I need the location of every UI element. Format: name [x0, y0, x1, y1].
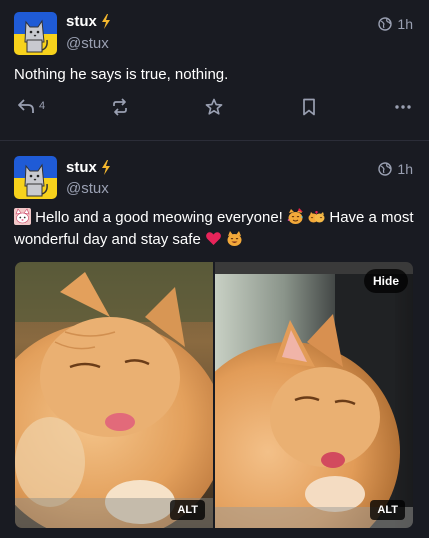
action-bar: 4: [0, 98, 429, 122]
post-2[interactable]: stux @stux 1h Hello and a good meowing e…: [0, 141, 429, 538]
reply-button[interactable]: 4: [17, 98, 45, 114]
globe-icon: [378, 162, 393, 176]
more-button[interactable]: [394, 98, 412, 116]
display-name[interactable]: stux: [66, 159, 97, 176]
avatar[interactable]: [14, 12, 57, 55]
alt-badge[interactable]: ALT: [370, 500, 405, 520]
party-cat-emoji: [287, 208, 304, 224]
cat-face-emoji: [14, 208, 31, 225]
globe-icon: [378, 17, 393, 31]
content-text-1: Hello and a good meowing everyone!: [35, 209, 283, 226]
boost-icon: [113, 98, 127, 116]
hide-media-button[interactable]: Hide: [363, 269, 408, 293]
lightning-bolt-icon: [101, 160, 110, 175]
favourite-button[interactable]: [205, 98, 223, 116]
more-icon: [395, 105, 411, 109]
handle[interactable]: @stux: [66, 35, 109, 52]
smiling-cat-emoji: [227, 231, 242, 246]
star-icon: [205, 98, 223, 115]
bookmark-button[interactable]: [302, 98, 316, 116]
avatar[interactable]: [14, 156, 57, 199]
attached-image-1[interactable]: ALT: [15, 262, 213, 528]
handle[interactable]: @stux: [66, 180, 109, 197]
post-content: Hello and a good meowing everyone! Have …: [14, 207, 415, 251]
alt-badge[interactable]: ALT: [170, 500, 205, 520]
display-name[interactable]: stux: [66, 13, 97, 30]
post-content: Nothing he says is true, nothing.: [14, 66, 229, 83]
reply-count: 4: [39, 100, 46, 112]
post-time[interactable]: 1h: [397, 16, 413, 32]
media-gallery: ALT Hide ALT: [15, 262, 413, 528]
cat-hug-emoji: [308, 211, 325, 223]
heart-emoji: [206, 232, 221, 245]
attached-image-2[interactable]: Hide ALT: [215, 262, 413, 528]
post-1[interactable]: stux @stux 1h Nothing he says is true, n…: [0, 0, 429, 140]
lightning-bolt-icon: [101, 14, 110, 29]
bookmark-icon: [303, 98, 315, 116]
post-time[interactable]: 1h: [397, 161, 413, 177]
reply-icon: [18, 99, 34, 113]
boost-button[interactable]: [111, 98, 129, 116]
